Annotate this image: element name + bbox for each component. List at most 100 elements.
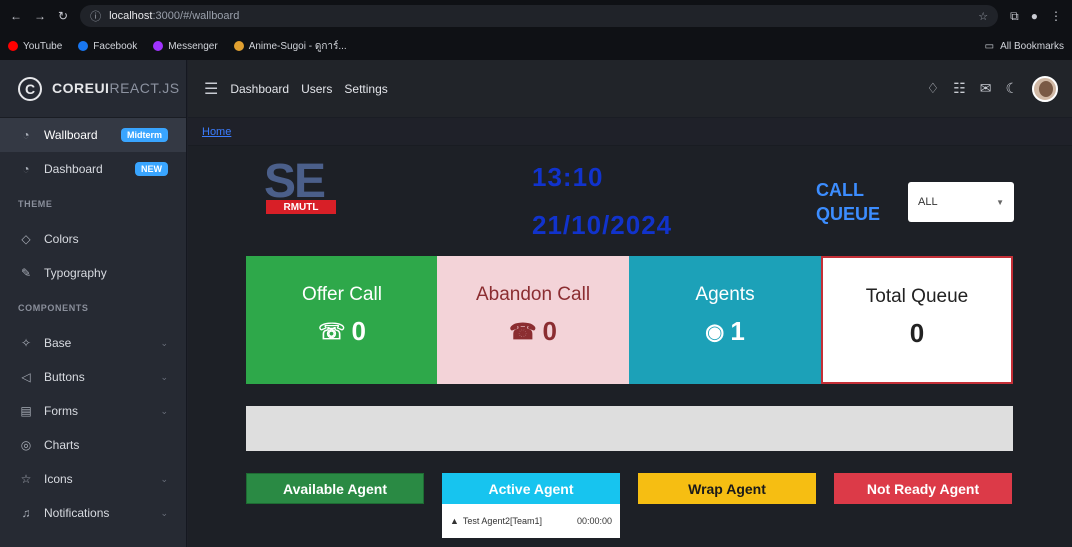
all-bookmarks[interactable]: ▭ All Bookmarks [985,41,1064,52]
avatar[interactable] [1032,75,1058,102]
queue-info-bar [246,406,1013,451]
call-queue-title: CALL QUEUE [816,180,881,224]
header-link-settings[interactable]: Settings [344,82,387,96]
sidebar: C COREUIREACT.JS ◔ Wallboard Midterm ◔ D… [0,60,187,547]
header-link-users[interactable]: Users [301,82,332,96]
notes-icon: ▤ [20,404,32,418]
hamburger-menu-icon[interactable]: ☰ [204,79,218,99]
agent-voice-icon: ◉ [705,318,725,344]
sidebar-item-wallboard[interactable]: ◔ Wallboard Midterm [0,118,186,152]
stat-value-row: 0 [910,318,924,349]
sidebar-item-label: Icons [44,472,73,486]
midterm-badge: Midterm [120,128,168,142]
sidebar-item-icons[interactable]: ☆ Icons ⌄ [0,462,186,496]
available-agent-header[interactable]: Available Agent [246,473,424,504]
stat-value: 0 [909,318,925,348]
youtube-icon [8,41,18,51]
user-icon: ▲ [450,516,459,526]
bookmark-messenger[interactable]: Messenger [153,41,218,52]
stat-value-row: ☏ 0 [318,316,366,347]
menu-icon[interactable]: ⋮ [1050,9,1062,23]
sidebar-item-dashboard[interactable]: ◔ Dashboard NEW [0,152,186,186]
stat-label: Offer Call [302,284,382,305]
url-path: :3000/#/wallboard [152,10,240,22]
sidebar-item-forms[interactable]: ▤ Forms ⌄ [0,394,186,428]
list-icon[interactable]: ☷ [953,80,966,97]
total-queue-card: Total Queue 0 [821,256,1013,384]
stat-label: Total Queue [865,286,969,307]
sidebar-item-colors[interactable]: ◇ Colors [0,222,186,256]
bookmark-anime[interactable]: Anime-Sugoi - ดูการ์... [233,39,347,54]
bookmark-star-icon[interactable]: ☆ [978,10,988,23]
stat-value: 0 [351,316,366,346]
forward-icon[interactable]: → [34,9,46,23]
messenger-icon [153,41,164,51]
caret-down-icon: ▼ [996,197,1004,207]
sidebar-item-label: Colors [44,232,79,246]
breadcrumb: Home [188,118,1072,146]
offer-call-card: Offer Call ☏ 0 [246,256,438,384]
facebook-icon [78,41,89,51]
stat-label: Abandon Call [475,284,591,305]
queue-select[interactable]: ALL ▼ [908,182,1014,222]
wrap-agent-header[interactable]: Wrap Agent [638,473,816,504]
sidebar-item-typography[interactable]: ✎ Typography [0,256,186,290]
reload-icon[interactable]: ↻ [58,9,68,23]
stat-value-row: ◉ 1 [705,316,745,347]
bell-icon[interactable]: ♢ [927,80,940,97]
active-agent-row: ▲ Test Agent2[Team1] 00:00:00 [442,504,620,538]
sidebar-item-charts[interactable]: ◎ Charts [0,428,186,462]
envelope-open-icon[interactable]: ✉ [980,80,992,97]
puzzle-icon: ✧ [20,336,32,350]
sidebar-item-label: Typography [44,266,107,280]
back-icon[interactable]: ← [10,9,22,23]
new-badge: NEW [135,162,168,176]
speedometer-icon: ◔ [22,128,30,142]
app-header: ☰ Dashboard Users Settings ♢ ☷ ✉ ☾ [188,60,1072,118]
moon-icon[interactable]: ☾ [1005,80,1018,97]
sidebar-item-base[interactable]: ✧ Base ⌄ [0,326,186,360]
components-title: COMPONENTS [18,303,89,313]
bell-icon: ♫ [21,506,31,520]
active-agent-header[interactable]: Active Agent [442,473,620,504]
bookmarks-bar: YouTube Facebook Messenger Anime-Sugoi -… [0,32,1072,60]
url-host: localhost [109,10,153,22]
speedometer-icon: ◔ [22,162,30,176]
folder-icon: ▭ [984,40,995,52]
profile-icon[interactable]: ● [1031,9,1038,23]
address-bar[interactable]: ⓘ localhost:3000/#/wallboard ☆ [80,5,999,27]
star-icon: ☆ [20,472,32,486]
stat-value-row: ☎ 0 [509,316,557,347]
logo-sub: RMUTL [266,200,336,214]
sidebar-item-label: Forms [44,404,78,418]
pencil-icon: ✎ [20,266,32,280]
chevron-down-icon: ⌄ [160,405,168,416]
drop-icon: ◇ [21,232,31,246]
agent-name: Test Agent2[Team1] [462,516,542,526]
sidebar-item-label: Notifications [44,506,110,520]
chevron-down-icon: ⌄ [160,473,168,484]
sidebar-item-buttons[interactable]: ◁ Buttons ⌄ [0,360,186,394]
breadcrumb-home-link[interactable]: Home [202,126,231,138]
browser-toolbar: ← → ↻ ⓘ localhost:3000/#/wallboard ☆ ⧉ ●… [0,0,1072,32]
se-rmutl-logo: SE RMUTL [264,158,344,220]
sidebar-item-label: Base [44,336,72,350]
sidebar-item-notifications[interactable]: ♫ Notifications ⌄ [0,496,186,530]
chevron-down-icon: ⌄ [160,507,168,518]
anime-icon [233,41,244,51]
bookmark-facebook[interactable]: Facebook [78,41,137,52]
site-info-icon[interactable]: ⓘ [90,8,101,24]
brand-logo[interactable]: C COREUIREACT.JS [0,60,186,118]
bookmark-youtube[interactable]: YouTube [8,41,62,52]
coreui-logo-icon: C [18,76,42,101]
header-actions: ♢ ☷ ✉ ☾ [927,75,1072,102]
extensions-icon[interactable]: ⧉ [1010,9,1019,24]
sidebar-item-label: Dashboard [44,162,103,176]
agent-time: 00:00:00 [576,516,612,526]
browser-chrome: ← → ↻ ⓘ localhost:3000/#/wallboard ☆ ⧉ ●… [0,0,1072,60]
theme-title: THEME [18,199,53,209]
clock-time: 13:10 [532,162,604,192]
header-link-dashboard[interactable]: Dashboard [230,82,289,96]
stat-value: 0 [542,316,557,346]
not-ready-agent-header[interactable]: Not Ready Agent [834,473,1012,504]
